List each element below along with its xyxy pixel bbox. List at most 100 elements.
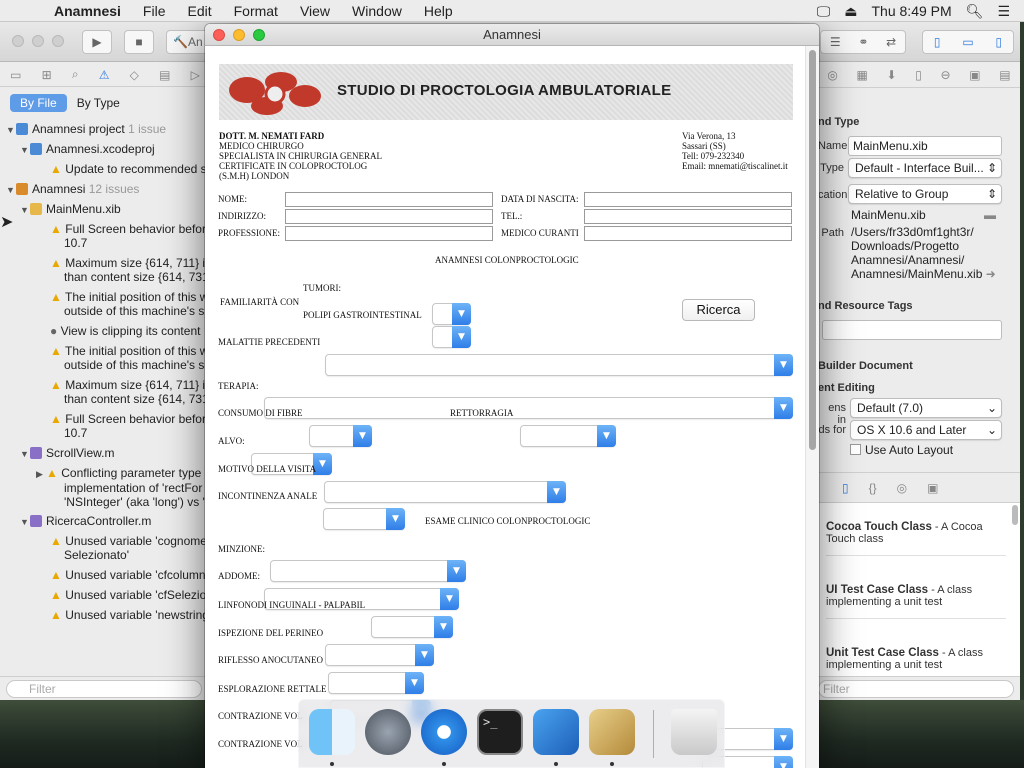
minimize-button[interactable] — [32, 35, 44, 47]
indirizzo-input[interactable] — [285, 209, 493, 224]
disclosure-icon[interactable]: ▼ — [6, 123, 16, 137]
chevron-down-icon[interactable]: ▼ — [452, 303, 471, 325]
navigator-toggle-icon[interactable]: ▯ — [934, 35, 941, 49]
chevron-down-icon[interactable]: ▼ — [774, 397, 793, 419]
chevron-down-icon[interactable]: ▼ — [452, 326, 471, 348]
tree-row[interactable]: ▼ ScrollView.m — [0, 446, 210, 461]
folder-icon[interactable]: ▬ — [984, 208, 996, 222]
tree-row[interactable]: ▼ RicercaController.m — [0, 514, 210, 529]
tel-input[interactable] — [584, 209, 792, 224]
chevron-down-icon[interactable]: ▼ — [440, 588, 459, 610]
riflesso-combo[interactable]: ▼ — [328, 672, 424, 694]
symbol-navigator-icon[interactable]: ⊞ — [42, 68, 52, 82]
debug-toggle-icon[interactable]: ▭ — [962, 35, 973, 49]
auto-layout-checkbox[interactable]: Use Auto Layout — [850, 443, 953, 457]
location-popup[interactable]: Relative to Group ⇕ — [848, 184, 1002, 204]
scroll-thumb[interactable] — [809, 50, 816, 450]
disclosure-icon[interactable]: ▼ — [20, 203, 30, 217]
tumori-combo[interactable]: ▼ — [432, 303, 471, 325]
rettorragia-combo[interactable]: ▼ — [520, 425, 616, 447]
by-file-tab[interactable]: By File — [10, 94, 67, 112]
debug-navigator-icon[interactable]: ▤ — [159, 68, 170, 82]
nome-input[interactable] — [285, 192, 493, 207]
tags-field[interactable] — [822, 320, 1002, 340]
chevron-down-icon[interactable]: ▼ — [774, 756, 793, 768]
bindings-icon[interactable]: ▣ — [969, 68, 980, 82]
media-icon[interactable]: ▣ — [927, 481, 938, 495]
checkbox-box[interactable] — [850, 444, 861, 455]
identity-icon[interactable]: ▦ — [856, 68, 867, 82]
project-navigator-icon[interactable]: ▭ — [10, 68, 21, 82]
zoom-button[interactable] — [52, 35, 64, 47]
notification-center-icon[interactable]: ☰ — [997, 3, 1010, 20]
size-icon[interactable]: ▯ — [915, 68, 922, 82]
utilities-toggle-icon[interactable]: ▯ — [995, 35, 1002, 49]
menu-file[interactable]: File — [143, 3, 166, 19]
tree-row[interactable]: ▲ The initial position of this w outside … — [0, 344, 210, 372]
script-editor-icon[interactable] — [589, 709, 635, 755]
opens-in-popup[interactable]: Default (7.0) ⌄ — [850, 398, 1002, 418]
professione-input[interactable] — [285, 226, 493, 241]
disclosure-icon[interactable]: ▼ — [20, 447, 30, 461]
by-type-tab[interactable]: By Type — [67, 94, 130, 112]
medico-input[interactable] — [584, 226, 792, 241]
tree-row[interactable]: ▲ Update to recommended s — [0, 162, 210, 176]
tree-row[interactable]: ▼ Anamnesi 12 issues — [0, 182, 210, 197]
builds-for-popup[interactable]: OS X 10.6 and Later ⌄ — [850, 420, 1002, 440]
assistant-editor-icon[interactable]: ⚭ — [858, 35, 868, 49]
chevron-down-icon[interactable]: ▼ — [447, 560, 466, 582]
close-button[interactable] — [12, 35, 24, 47]
issue-navigator-icon[interactable]: ⚠ — [99, 68, 110, 82]
attributes-icon[interactable]: ⬇ — [887, 68, 897, 82]
terapia-combo[interactable]: ▼ — [264, 397, 793, 419]
view-toggle-group[interactable]: ▯ ▭ ▯ — [922, 30, 1014, 54]
finder-icon[interactable] — [309, 709, 355, 755]
tree-row[interactable]: ● View is clipping its content — [0, 324, 210, 338]
spotlight-icon[interactable]: 🔍︎ — [966, 3, 984, 20]
ispezione-combo[interactable]: ▼ — [325, 644, 434, 666]
minimize-button[interactable] — [233, 29, 245, 41]
zoom-button[interactable] — [253, 29, 265, 41]
tree-row[interactable]: ▲ Unused variable 'newstring — [0, 608, 210, 622]
disclosure-icon[interactable]: ▼ — [20, 515, 30, 529]
chevron-down-icon[interactable]: ▼ — [597, 425, 616, 447]
xcode-icon[interactable] — [533, 709, 579, 755]
editor-mode-group[interactable]: ☰ ⚭ ⇄ — [820, 30, 906, 54]
file-template-icon[interactable]: ▯ — [842, 481, 849, 495]
connections-icon[interactable]: ⊖ — [941, 68, 951, 82]
chevron-down-icon[interactable]: ▼ — [405, 672, 424, 694]
motivo-combo[interactable]: ▼ — [324, 481, 566, 503]
tree-row[interactable]: ▲ Unused variable 'cfSelezio — [0, 588, 210, 602]
menu-help[interactable]: Help — [424, 3, 453, 19]
scheme-selector[interactable]: 🔨 An — [166, 30, 210, 54]
library-filter-input[interactable]: Filter — [818, 680, 1014, 698]
run-button[interactable]: ▶ — [82, 30, 112, 54]
chevron-down-icon[interactable]: ▼ — [353, 425, 372, 447]
tree-row[interactable]: ▼ Anamnesi project 1 issue — [0, 122, 210, 137]
linfonodi-combo[interactable]: ▼ — [371, 616, 453, 638]
library-item[interactable]: Cocoa Touch Class - A Cocoa Touch class — [826, 521, 1006, 556]
tree-row[interactable]: ▲ Full Screen behavior befor 10.7 — [0, 412, 210, 440]
tree-row[interactable]: ▼ Anamnesi.xcodeproj — [0, 142, 210, 157]
tree-row[interactable]: ▲ The initial position of this w outside … — [0, 290, 210, 318]
form-scrollbar[interactable] — [805, 46, 819, 768]
tree-row[interactable]: ▲ Maximum size {614, 711} is than content… — [0, 378, 210, 406]
quick-help-icon[interactable]: ◎ — [827, 68, 837, 82]
navigator-filter-input[interactable]: Filter — [6, 680, 202, 698]
eject-icon[interactable]: ⏏ — [844, 3, 857, 20]
safari-icon[interactable] — [421, 709, 467, 755]
polipi-combo[interactable]: ▼ — [432, 326, 471, 348]
malattie-combo[interactable]: ▼ — [325, 354, 793, 376]
chevron-down-icon[interactable]: ▼ — [774, 354, 793, 376]
version-editor-icon[interactable]: ⇄ — [886, 35, 896, 49]
library-scrollbar[interactable] — [1012, 505, 1018, 525]
menu-format[interactable]: Format — [234, 3, 278, 19]
data-nascita-input[interactable] — [584, 192, 792, 207]
chevron-down-icon[interactable]: ▼ — [386, 508, 405, 530]
object-icon[interactable]: ◎ — [897, 481, 907, 495]
chevron-down-icon[interactable]: ▼ — [547, 481, 566, 503]
effects-icon[interactable]: ▤ — [999, 68, 1010, 82]
menu-view[interactable]: View — [300, 3, 330, 19]
consumo-combo[interactable]: ▼ — [309, 425, 372, 447]
disclosure-icon[interactable]: ▼ — [20, 143, 30, 157]
